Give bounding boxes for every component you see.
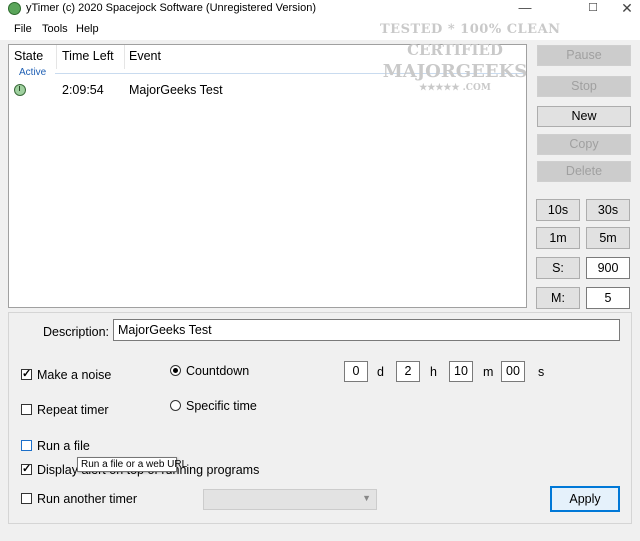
column-divider[interactable]: [56, 45, 57, 69]
display-alert-checkbox[interactable]: [21, 462, 32, 475]
make-noise-checkbox[interactable]: [21, 367, 32, 380]
seconds-unit: s: [538, 365, 545, 379]
quick-10s-button[interactable]: 10s: [536, 199, 580, 221]
minimize-button[interactable]: —: [502, 0, 548, 18]
column-header-state[interactable]: State: [14, 49, 43, 63]
make-noise-label: Make a noise: [37, 368, 112, 382]
row-time-left: 2:09:54: [62, 83, 104, 97]
watermark-majorgeeks: MAJORGEEKS: [382, 61, 528, 82]
specific-time-label: Specific time: [186, 399, 257, 413]
menu-help[interactable]: Help: [76, 23, 99, 35]
run-another-timer-checkbox[interactable]: [21, 493, 32, 504]
stop-button[interactable]: Stop: [537, 76, 631, 97]
delete-button[interactable]: Delete: [537, 161, 631, 182]
seconds-time-field[interactable]: 00: [501, 361, 525, 382]
description-label: Description:: [43, 325, 109, 339]
title-bar: yTimer (c) 2020 Spacejock Software (Unre…: [0, 0, 640, 18]
row-event: MajorGeeks Test: [129, 83, 223, 97]
app-clock-icon: [8, 2, 21, 15]
column-divider[interactable]: [124, 45, 125, 69]
watermark-tested: TESTED * 100% CLEAN: [380, 22, 561, 37]
specific-time-radio[interactable]: [170, 400, 181, 411]
minutes-time-field[interactable]: 10: [449, 361, 473, 382]
run-file-checkbox[interactable]: [21, 440, 32, 451]
seconds-field[interactable]: 900: [586, 257, 630, 279]
run-file-tooltip: Run a file or a web URL: [77, 457, 187, 472]
countdown-radio[interactable]: [170, 365, 181, 376]
minutes-button[interactable]: M:: [536, 287, 580, 309]
chevron-down-icon: ▼: [362, 493, 371, 503]
majorgeeks-watermark: TESTED * 100% CLEAN CERTIFIED MAJORGEEKS…: [380, 22, 561, 108]
clock-icon: [14, 84, 26, 96]
column-header-time-left[interactable]: Time Left: [62, 49, 114, 63]
hours-unit: h: [430, 365, 437, 379]
hours-field[interactable]: 2: [396, 361, 420, 382]
repeat-timer-checkbox[interactable]: [21, 404, 32, 415]
close-button[interactable]: ✕: [604, 0, 640, 18]
watermark-stars: ★★★★★ .COM: [419, 83, 491, 93]
countdown-label: Countdown: [186, 364, 250, 378]
copy-button[interactable]: Copy: [537, 134, 631, 155]
description-input[interactable]: MajorGeeks Test: [113, 319, 620, 341]
apply-button[interactable]: Apply: [550, 486, 620, 512]
quick-1m-button[interactable]: 1m: [536, 227, 580, 249]
pause-button[interactable]: Pause: [537, 45, 631, 66]
repeat-timer-label: Repeat timer: [37, 403, 109, 417]
minutes-unit: m: [483, 365, 494, 379]
quick-5m-button[interactable]: 5m: [586, 227, 630, 249]
menu-file[interactable]: File: [14, 23, 32, 35]
group-label-active[interactable]: Active: [19, 67, 46, 78]
watermark-certified: CERTIFIED: [407, 41, 503, 59]
quick-30s-button[interactable]: 30s: [586, 199, 630, 221]
another-timer-dropdown[interactable]: ▼: [203, 489, 377, 510]
days-field[interactable]: 0: [344, 361, 368, 382]
seconds-button[interactable]: S:: [536, 257, 580, 279]
run-another-timer-label: Run another timer: [37, 492, 138, 506]
window-title: yTimer (c) 2020 Spacejock Software (Unre…: [26, 2, 316, 14]
menu-tools[interactable]: Tools: [42, 23, 68, 35]
window-bottom-edge: [0, 528, 640, 541]
column-header-event[interactable]: Event: [129, 49, 161, 63]
run-file-label: Run a file: [37, 439, 90, 453]
days-unit: d: [377, 365, 384, 379]
minutes-field[interactable]: 5: [586, 287, 630, 309]
new-button[interactable]: New: [537, 106, 631, 127]
